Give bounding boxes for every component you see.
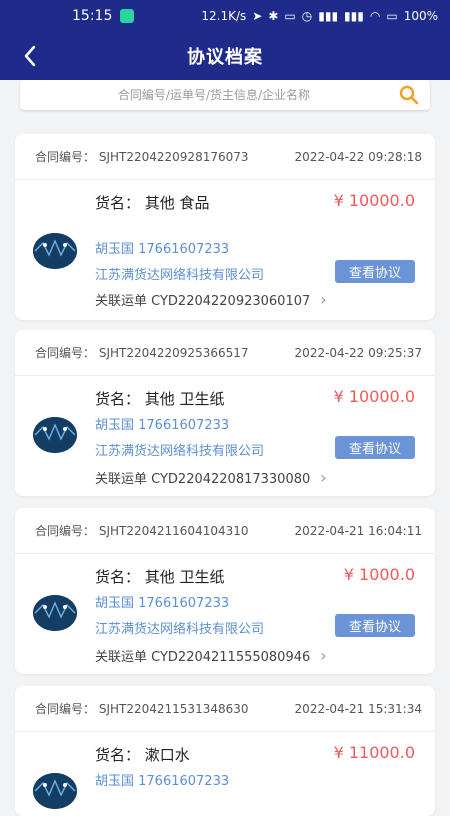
contract-card[interactable]: 合同编号： SJHT2204211531348630 2022-04-21 15…	[15, 686, 435, 816]
view-agreement-button[interactable]: 查看协议	[335, 260, 415, 283]
contract-label: 合同编号：	[35, 702, 96, 716]
contract-value: SJHT2204211604104310	[98, 524, 249, 538]
contact-person[interactable]: 胡玉国 17661607233	[95, 238, 229, 257]
card-body: 货名： 其他 卫生纸 ¥ 1000.0 胡玉国 17661607233 江苏满货…	[15, 554, 435, 672]
price: ¥ 10000.0	[333, 191, 415, 210]
company-name[interactable]: 江苏满货达网络科技有限公司	[95, 618, 264, 637]
contact-person[interactable]: 胡玉国 17661607233	[95, 592, 229, 611]
avatar-image-icon	[33, 773, 77, 809]
view-agreement-button[interactable]: 查看协议	[335, 436, 415, 459]
related-waybill-text: 关联运单 CYD2204220817330080	[95, 472, 311, 487]
card-body: 货名： 漱口水 ¥ 11000.0 胡玉国 17661607233	[15, 732, 435, 812]
contract-datetime: 2022-04-21 15:31:34	[294, 701, 422, 716]
app-badge-icon	[120, 9, 135, 23]
related-waybill[interactable]: 关联运单 CYD2204211555080946 ›	[95, 646, 327, 665]
card-header: 合同编号： SJHT2204211531348630 2022-04-21 15…	[15, 686, 435, 732]
search-icon[interactable]	[398, 84, 420, 106]
alarm-icon: ◷	[301, 9, 313, 23]
network-speed: 12.1K/s	[201, 9, 247, 23]
related-waybill-text: 关联运单 CYD2204211555080946	[95, 650, 311, 665]
status-right: 12.1K/s ➤ ✱ ▭ ◷ ▮▮▮ ▮▮▮ ◠ ▭ 100%	[201, 9, 438, 23]
back-button[interactable]	[16, 40, 44, 72]
contract-datetime: 2022-04-22 09:28:18	[294, 149, 422, 164]
price: ¥ 10000.0	[333, 387, 415, 406]
contract-card[interactable]: 合同编号： SJHT2204220925366517 2022-04-22 09…	[15, 330, 435, 496]
avatar-image-icon	[33, 595, 77, 631]
page-title: 协议档案	[187, 47, 263, 68]
status-left: 15:15	[72, 8, 135, 24]
status-bar: 15:15 12.1K/s ➤ ✱ ▭ ◷ ▮▮▮ ▮▮▮ ◠ ▭ 100%	[0, 0, 450, 32]
card-header: 合同编号： SJHT2204211604104310 2022-04-21 16…	[15, 508, 435, 554]
avatar	[33, 417, 77, 453]
contract-number: 合同编号： SJHT2204211531348630	[35, 700, 249, 717]
contract-datetime: 2022-04-22 09:25:37	[294, 345, 422, 360]
related-waybill[interactable]: 关联运单 CYD2204220817330080 ›	[95, 468, 327, 487]
goods-name: 货名： 其他 食品	[95, 194, 210, 212]
bluetooth-icon: ✱	[268, 9, 279, 23]
goods-name: 货名： 其他 卫生纸	[95, 568, 225, 586]
nav-bar: 协议档案	[0, 32, 450, 80]
contract-number: 合同编号： SJHT2204220925366517	[35, 344, 249, 361]
wifi-icon: ◠	[369, 9, 381, 23]
search-bar	[20, 80, 430, 110]
card-header: 合同编号： SJHT2204220925366517 2022-04-22 09…	[15, 330, 435, 376]
chevron-right-icon: ›	[320, 290, 327, 309]
contract-number: 合同编号： SJHT2204211604104310	[35, 522, 249, 539]
view-agreement-button[interactable]: 查看协议	[335, 614, 415, 637]
contract-value: SJHT2204211531348630	[98, 702, 249, 716]
battery-percent: 100%	[403, 9, 438, 23]
contract-label: 合同编号：	[35, 524, 96, 538]
avatar	[33, 595, 77, 631]
status-time: 15:15	[72, 8, 113, 24]
chevron-right-icon: ›	[320, 468, 327, 487]
avatar-image-icon	[33, 417, 77, 453]
contract-label: 合同编号：	[35, 150, 96, 164]
location-icon: ➤	[252, 9, 263, 23]
contract-value: SJHT2204220928176073	[98, 150, 249, 164]
avatar	[33, 773, 77, 809]
back-chevron-icon	[24, 45, 36, 67]
chevron-right-icon: ›	[320, 646, 327, 665]
contract-label: 合同编号：	[35, 346, 96, 360]
vibrate-icon: ▭	[284, 9, 296, 23]
contract-datetime: 2022-04-21 16:04:11	[294, 523, 422, 538]
goods-name: 货名： 其他 卫生纸	[95, 390, 225, 408]
search-input[interactable]	[30, 87, 398, 103]
contract-number: 合同编号： SJHT2204220928176073	[35, 148, 249, 165]
goods-name: 货名： 漱口水	[95, 746, 190, 764]
company-name[interactable]: 江苏满货达网络科技有限公司	[95, 440, 264, 459]
price: ¥ 11000.0	[333, 743, 415, 762]
contract-card[interactable]: 合同编号： SJHT2204220928176073 2022-04-22 09…	[15, 134, 435, 320]
battery-icon: ▭	[386, 9, 398, 23]
card-body: 货名： 其他 卫生纸 ¥ 10000.0 胡玉国 17661607233 江苏满…	[15, 376, 435, 494]
signal-icon: ▮▮▮	[344, 9, 364, 23]
signal-icon: ▮▮▮	[318, 9, 339, 23]
card-body: 货名： 其他 食品 ¥ 10000.0 胡玉国 17661607233 江苏满货…	[15, 180, 435, 320]
contract-value: SJHT2204220925366517	[98, 346, 249, 360]
company-name[interactable]: 江苏满货达网络科技有限公司	[95, 264, 264, 283]
related-waybill[interactable]: 关联运单 CYD2204220923060107 ›	[95, 290, 327, 309]
contact-person[interactable]: 胡玉国 17661607233	[95, 770, 229, 789]
contact-person[interactable]: 胡玉国 17661607233	[95, 414, 229, 433]
avatar-image-icon	[33, 233, 77, 269]
contract-card[interactable]: 合同编号： SJHT2204211604104310 2022-04-21 16…	[15, 508, 435, 674]
avatar	[33, 233, 77, 269]
price: ¥ 1000.0	[343, 565, 415, 584]
card-header: 合同编号： SJHT2204220928176073 2022-04-22 09…	[15, 134, 435, 180]
related-waybill-text: 关联运单 CYD2204220923060107	[95, 294, 311, 309]
